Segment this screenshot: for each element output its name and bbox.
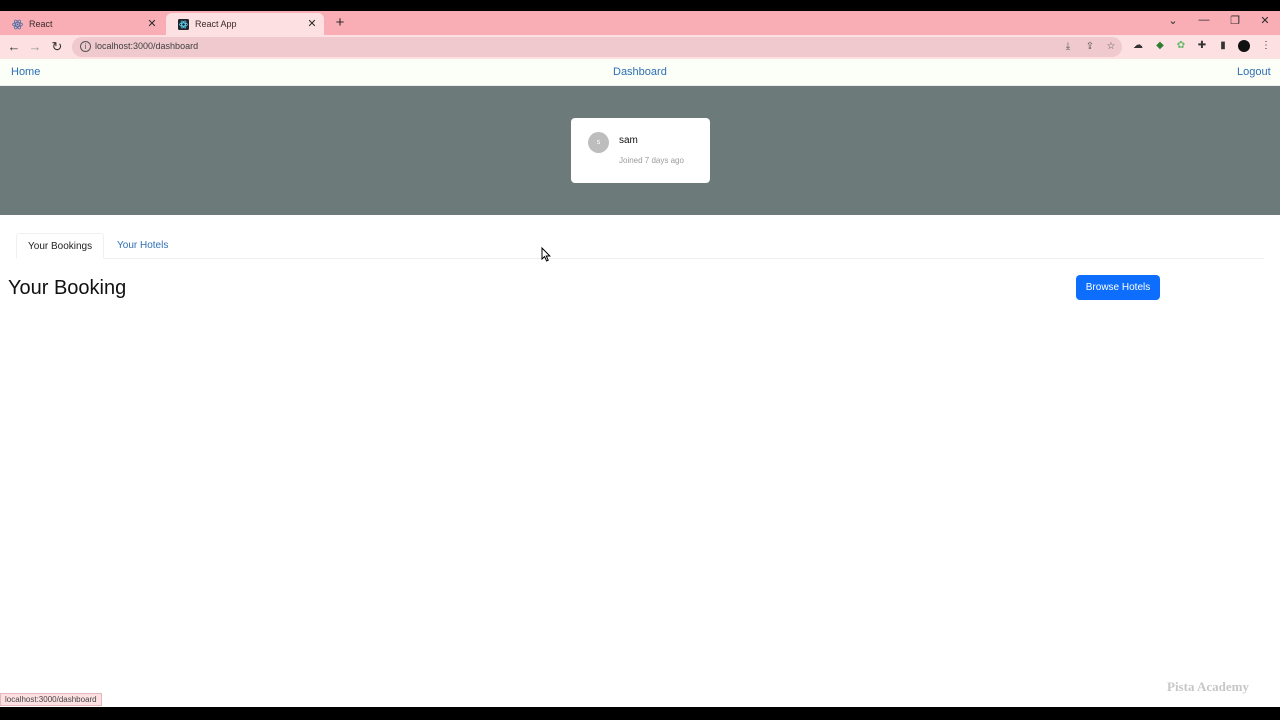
kebab-menu-icon[interactable]: ⋮: [1260, 40, 1272, 52]
status-bar-url: localhost:3000/dashboard: [0, 693, 102, 706]
window-close-icon[interactable]: ✕: [1256, 14, 1274, 27]
share-icon[interactable]: ⇪: [1084, 41, 1096, 52]
minimize-icon[interactable]: —: [1195, 14, 1213, 26]
browser-toolbar: ← → ↻ i localhost:3000/dashboard ⤓ ⇪ ☆: [0, 35, 1280, 59]
dashboard-link[interactable]: Dashboard: [613, 66, 667, 78]
browser-tab-title: React: [29, 19, 53, 29]
dashboard-tabs: Your Bookings Your Hotels: [16, 233, 1264, 259]
profile-card: s sam Joined 7 days ago: [571, 118, 710, 183]
close-icon[interactable]: ✕: [146, 17, 158, 30]
react-icon: [12, 19, 23, 30]
watermark: Pista Academy: [1167, 679, 1249, 694]
address-url: localhost:3000/dashboard: [95, 41, 199, 51]
tab-your-hotels[interactable]: Your Hotels: [106, 233, 179, 259]
page-title: Your Booking: [8, 277, 127, 299]
profile-avatar-icon[interactable]: [1238, 40, 1250, 52]
browse-hotels-button[interactable]: Browse Hotels: [1076, 275, 1160, 300]
browser-tab-react-app[interactable]: React App ✕: [166, 13, 324, 35]
restore-icon[interactable]: ❐: [1226, 14, 1244, 27]
tab-search-chevron-icon[interactable]: ⌄: [1164, 14, 1182, 27]
profile-name: sam: [619, 135, 638, 146]
install-icon[interactable]: ⤓: [1062, 41, 1074, 52]
app-navbar: Home Dashboard Logout: [0, 59, 1280, 86]
leaf-extension-icon[interactable]: ✿: [1175, 40, 1187, 52]
browser-tab-react[interactable]: React ✕: [0, 13, 164, 35]
new-tab-plus-icon[interactable]: +: [332, 15, 348, 31]
avatar: s: [588, 132, 609, 153]
bookmark-star-icon[interactable]: ☆: [1105, 41, 1117, 52]
tab-strip: React ✕ React App ✕ + ⌄ — ❐ ✕: [0, 11, 1280, 35]
cloud-extension-icon[interactable]: ☁: [1132, 40, 1144, 52]
close-icon[interactable]: ✕: [306, 17, 318, 30]
address-bar[interactable]: i localhost:3000/dashboard ⤓ ⇪ ☆: [72, 37, 1122, 57]
reload-icon[interactable]: ↻: [49, 39, 65, 55]
side-panel-icon[interactable]: ▮: [1217, 40, 1229, 52]
site-info-icon[interactable]: i: [80, 41, 91, 52]
browser-window: React ✕ React App ✕ + ⌄ — ❐ ✕ ← → ↻ i lo…: [0, 11, 1280, 707]
dashboard-hero: s sam Joined 7 days ago: [0, 86, 1280, 215]
profile-joined: Joined 7 days ago: [619, 156, 684, 165]
screen: React ✕ React App ✕ + ⌄ — ❐ ✕ ← → ↻ i lo…: [0, 0, 1280, 720]
puzzle-extensions-icon[interactable]: ✚: [1196, 40, 1208, 52]
browser-tab-title: React App: [195, 19, 237, 29]
logout-link[interactable]: Logout: [1237, 66, 1271, 78]
shield-extension-icon[interactable]: ◆: [1154, 40, 1166, 52]
forward-arrow-icon[interactable]: →: [27, 39, 43, 55]
tab-your-bookings[interactable]: Your Bookings: [16, 233, 105, 259]
back-arrow-icon[interactable]: ←: [6, 39, 22, 55]
home-link[interactable]: Home: [11, 66, 40, 78]
react-app-icon: [178, 18, 189, 30]
